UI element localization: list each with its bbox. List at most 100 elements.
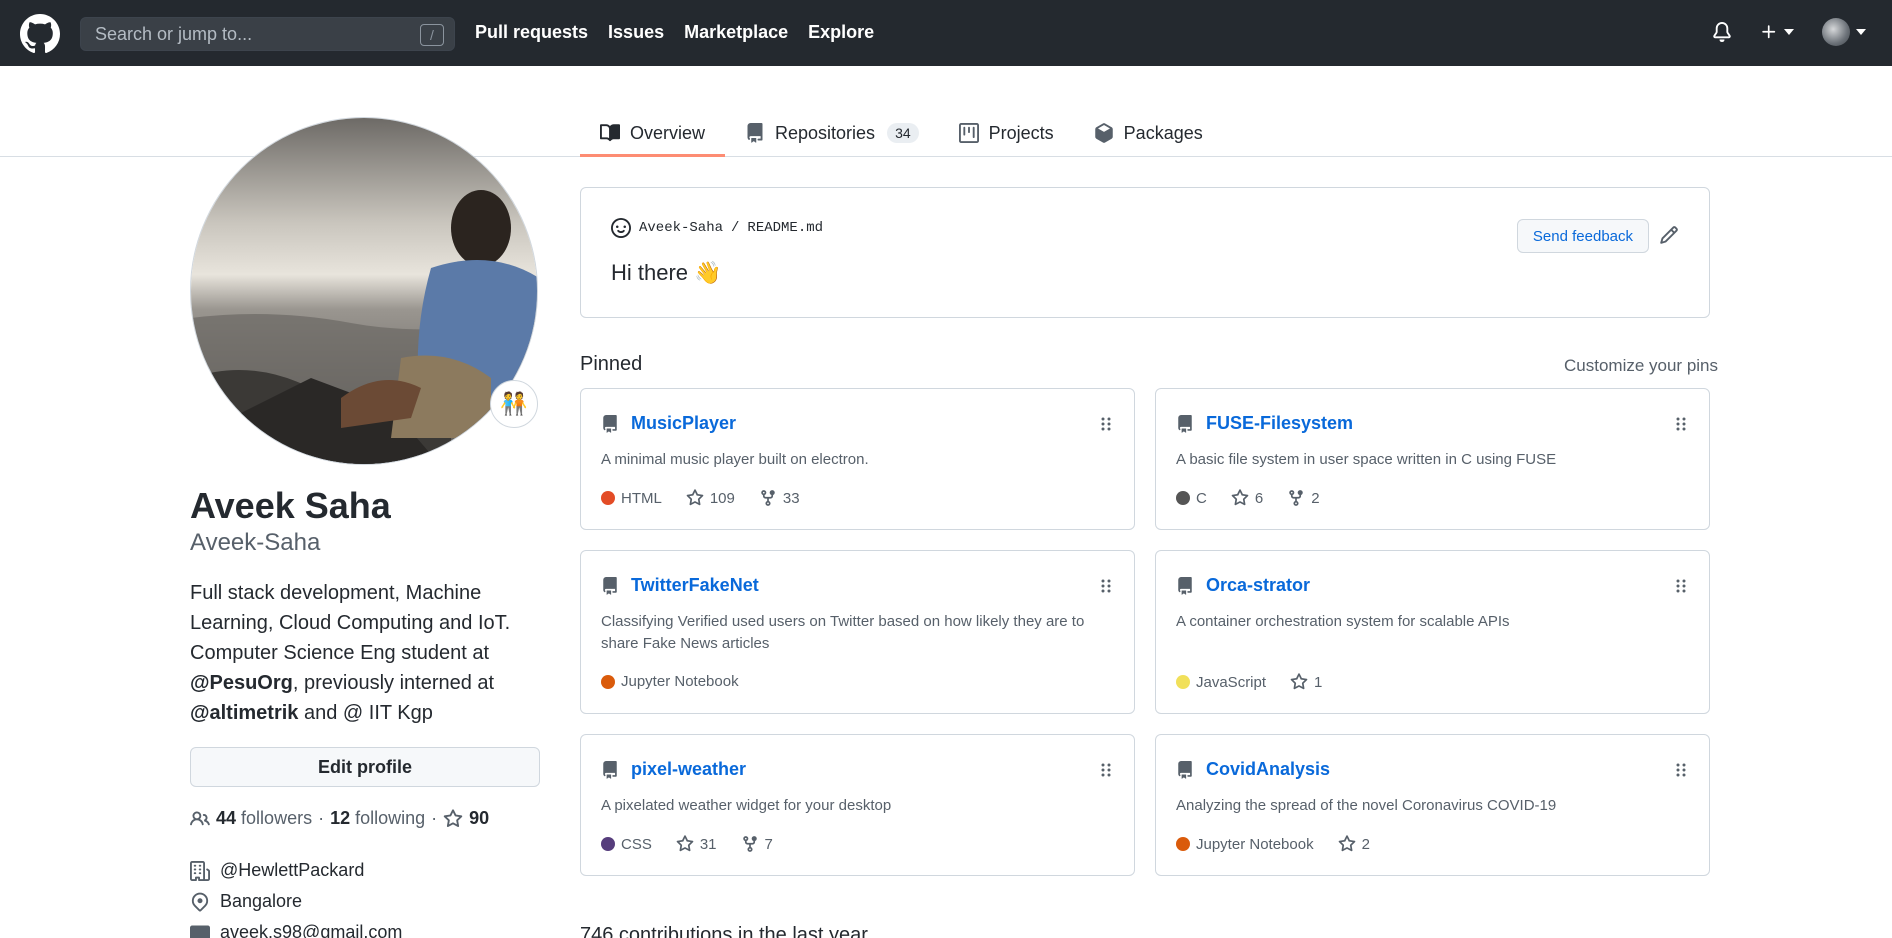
set-status-button[interactable]: 🧑‍🤝‍🧑 — [490, 380, 538, 428]
repo-meta: HTML 109 33 — [601, 489, 800, 507]
drag-handle-icon[interactable] — [1675, 578, 1687, 594]
card-title: MusicPlayer — [601, 413, 736, 434]
profile-readme-box: Aveek-Saha / README.md Hi there 👋 Send f… — [580, 187, 1710, 318]
pinned-repo-card: MusicPlayer A minimal music player built… — [580, 388, 1135, 530]
readme-file-link[interactable]: README.md — [747, 220, 823, 236]
drag-handle-icon[interactable] — [1675, 416, 1687, 432]
repo-forks-link[interactable]: 33 — [759, 489, 800, 507]
contributions-heading: 746 contributions in the last year — [580, 924, 868, 938]
tab-packages[interactable]: Packages — [1074, 110, 1223, 156]
repo-meta: Jupyter Notebook — [601, 673, 739, 690]
path-separator: / — [731, 220, 740, 236]
email-link[interactable]: aveek.s98@gmail.com — [220, 922, 402, 938]
language-color-dot — [601, 491, 615, 505]
followers-link[interactable]: 44 followers — [216, 808, 312, 829]
pinned-heading: Pinned — [580, 353, 643, 375]
drag-handle-icon[interactable] — [1100, 762, 1112, 778]
tab-repositories[interactable]: Repositories 34 — [725, 110, 939, 156]
chevron-down-icon — [1856, 29, 1866, 35]
company-link[interactable]: @HewlettPackard — [220, 860, 364, 881]
profile-bio: Full stack development, Machine Learning… — [190, 578, 540, 728]
star-count: 2 — [1361, 835, 1370, 853]
repo-icon — [603, 414, 617, 433]
pinned-repo-card: TwitterFakeNet Classifying Verified used… — [580, 550, 1135, 714]
tab-overview[interactable]: Overview — [580, 110, 726, 157]
card-title: TwitterFakeNet — [601, 575, 759, 596]
repo-description: A pixelated weather widget for your desk… — [601, 797, 892, 814]
customize-pins-link[interactable]: Customize your pins — [1564, 356, 1718, 376]
drag-handle-icon[interactable] — [1100, 578, 1112, 594]
star-count: 31 — [699, 835, 717, 853]
repo-stars-link[interactable]: 31 — [676, 835, 717, 853]
smiley-icon — [611, 218, 631, 238]
repo-stars-link[interactable]: 109 — [686, 489, 735, 507]
language-color-dot — [601, 674, 615, 689]
repo-forks-link[interactable]: 2 — [1287, 489, 1320, 507]
repo-description: Classifying Verified used users on Twitt… — [601, 613, 1085, 652]
followers-label: followers — [241, 808, 313, 828]
language-color-dot — [1176, 837, 1190, 851]
tab-projects[interactable]: Projects — [939, 110, 1074, 156]
following-link[interactable]: 12 following — [330, 808, 425, 829]
edit-profile-button[interactable]: Edit profile — [190, 747, 540, 787]
tab-label: Repositories — [775, 122, 876, 143]
profile-photo-image — [191, 118, 537, 464]
repo-link[interactable]: TwitterFakeNet — [631, 575, 759, 596]
bio-org-link[interactable]: @altimetrik — [190, 702, 298, 724]
star-icon — [676, 835, 694, 852]
stars-count: 90 — [469, 808, 490, 828]
profile-avatar[interactable] — [190, 117, 538, 465]
pencil-icon[interactable] — [1659, 225, 1679, 245]
repo-stars-link[interactable]: 6 — [1231, 489, 1263, 507]
create-new-menu[interactable] — [1760, 23, 1794, 41]
search-box[interactable]: / — [80, 17, 455, 51]
repo-link[interactable]: pixel-weather — [631, 759, 746, 780]
bio-org-link[interactable]: @PesuOrg — [190, 672, 293, 694]
slash-shortcut-key: / — [420, 24, 444, 46]
card-title: FUSE-Filesystem — [1176, 413, 1353, 434]
repo-stars-link[interactable]: 2 — [1338, 835, 1370, 853]
repo-description: A minimal music player built on electron… — [601, 451, 869, 468]
repo-link[interactable]: Orca-strator — [1206, 575, 1310, 596]
drag-handle-icon[interactable] — [1100, 416, 1112, 432]
fork-count: 7 — [764, 835, 773, 853]
nav-explore[interactable]: Explore — [808, 22, 874, 43]
drag-handle-icon[interactable] — [1675, 762, 1687, 778]
language-color-dot — [1176, 491, 1190, 505]
pinned-repo-card: FUSE-Filesystem A basic file system in u… — [1155, 388, 1710, 530]
stars-link[interactable]: 90 — [443, 808, 489, 829]
separator: · — [318, 808, 325, 828]
fork-icon — [1289, 490, 1303, 506]
tab-label: Projects — [988, 122, 1054, 143]
separator: · — [431, 808, 438, 828]
pinned-repo-card: pixel-weather A pixelated weather widget… — [580, 734, 1135, 876]
star-icon — [686, 489, 704, 506]
repo-meta: CSS 31 7 — [601, 835, 773, 853]
readme-owner-link[interactable]: Aveek-Saha — [639, 220, 723, 236]
profile-tabs: Overview Repositories 34 Projects Packag… — [580, 110, 1223, 157]
plus-icon — [1762, 25, 1776, 39]
nav-marketplace[interactable]: Marketplace — [684, 22, 788, 43]
repo-forks-link[interactable]: 7 — [741, 835, 773, 853]
star-icon — [1231, 489, 1249, 506]
repo-stars-link[interactable]: 1 — [1290, 673, 1322, 691]
mail-icon — [190, 925, 210, 938]
repo-language: CSS — [621, 835, 652, 853]
package-icon — [1094, 123, 1113, 143]
user-menu[interactable] — [1822, 18, 1866, 46]
repo-language: Jupyter Notebook — [1196, 835, 1314, 853]
repo-link[interactable]: MusicPlayer — [631, 413, 736, 434]
repo-language: Jupyter Notebook — [621, 673, 739, 690]
profile-username: Aveek-Saha — [190, 529, 321, 556]
nav-issues[interactable]: Issues — [608, 22, 664, 43]
bio-text: Full stack development, Machine Learning… — [190, 582, 511, 664]
search-input[interactable] — [81, 18, 454, 50]
repo-link[interactable]: CovidAnalysis — [1206, 759, 1330, 780]
nav-pull-requests[interactable]: Pull requests — [475, 22, 588, 43]
repo-language: C — [1196, 489, 1207, 507]
repo-link[interactable]: FUSE-Filesystem — [1206, 413, 1353, 434]
bell-icon[interactable] — [1712, 21, 1732, 43]
send-feedback-button[interactable]: Send feedback — [1516, 219, 1649, 253]
top-header: / Pull requests Issues Marketplace Explo… — [0, 0, 1892, 66]
github-logo-icon[interactable] — [20, 14, 60, 54]
